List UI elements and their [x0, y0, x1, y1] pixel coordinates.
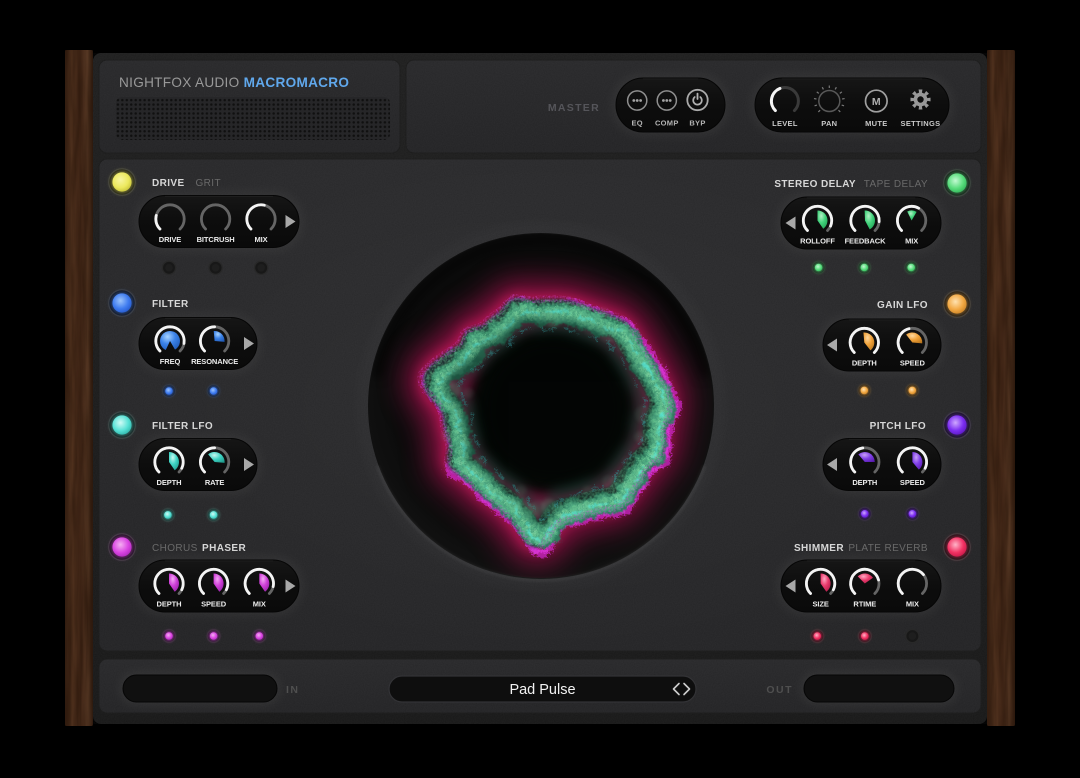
svg-text:GRIT: GRIT [196, 178, 222, 189]
svg-text:OUT: OUT [766, 684, 793, 696]
svg-text:DRIVE: DRIVE [159, 235, 182, 244]
svg-text:DEPTH: DEPTH [852, 359, 877, 368]
svg-text:FREQ: FREQ [160, 357, 181, 366]
svg-text:RTIME: RTIME [853, 600, 876, 609]
svg-text:MUTE: MUTE [865, 119, 887, 128]
svg-text:Pad Pulse: Pad Pulse [509, 682, 575, 698]
svg-text:BITCRUSH: BITCRUSH [197, 235, 235, 244]
svg-text:STEREO DELAY: STEREO DELAY [774, 179, 856, 190]
svg-text:DEPTH: DEPTH [852, 478, 877, 487]
svg-text:PLATE REVERB: PLATE REVERB [848, 543, 928, 554]
svg-text:MIX: MIX [906, 600, 919, 609]
svg-text:PAN: PAN [821, 119, 837, 128]
svg-text:DEPTH: DEPTH [157, 600, 182, 609]
svg-text:MIX: MIX [905, 237, 918, 246]
svg-text:PHASER: PHASER [202, 543, 246, 554]
svg-text:LEVEL: LEVEL [772, 119, 798, 128]
svg-text:MASTER: MASTER [548, 102, 600, 114]
svg-text:TAPE DELAY: TAPE DELAY [864, 179, 928, 190]
svg-text:BYP: BYP [689, 119, 705, 128]
svg-text:SETTINGS: SETTINGS [901, 119, 941, 128]
svg-text:ROLLOFF: ROLLOFF [800, 237, 835, 246]
svg-text:M: M [872, 96, 881, 108]
svg-text:SPEED: SPEED [900, 478, 926, 487]
svg-text:COMP: COMP [655, 119, 679, 128]
svg-text:FILTER: FILTER [152, 299, 189, 310]
svg-text:SPEED: SPEED [201, 600, 227, 609]
svg-text:SIZE: SIZE [812, 600, 828, 609]
svg-text:FILTER LFO: FILTER LFO [152, 421, 213, 432]
svg-text:GAIN LFO: GAIN LFO [877, 300, 928, 311]
svg-text:PITCH LFO: PITCH LFO [870, 421, 926, 432]
svg-text:EQ: EQ [631, 119, 642, 128]
svg-text:SPEED: SPEED [900, 359, 926, 368]
svg-text:DEPTH: DEPTH [157, 478, 182, 487]
svg-text:IN: IN [286, 684, 300, 696]
svg-text:RESONANCE: RESONANCE [191, 357, 238, 366]
svg-text:MIX: MIX [253, 600, 266, 609]
svg-text:DRIVE: DRIVE [152, 178, 185, 189]
svg-text:SHIMMER: SHIMMER [794, 543, 844, 554]
svg-text:NIGHTFOX AUDIO MACROMACRO: NIGHTFOX AUDIO MACROMACRO [119, 75, 349, 90]
svg-text:MIX: MIX [254, 235, 267, 244]
svg-text:CHORUS: CHORUS [152, 543, 198, 554]
svg-text:FEEDBACK: FEEDBACK [845, 237, 887, 246]
svg-text:RATE: RATE [205, 478, 225, 487]
